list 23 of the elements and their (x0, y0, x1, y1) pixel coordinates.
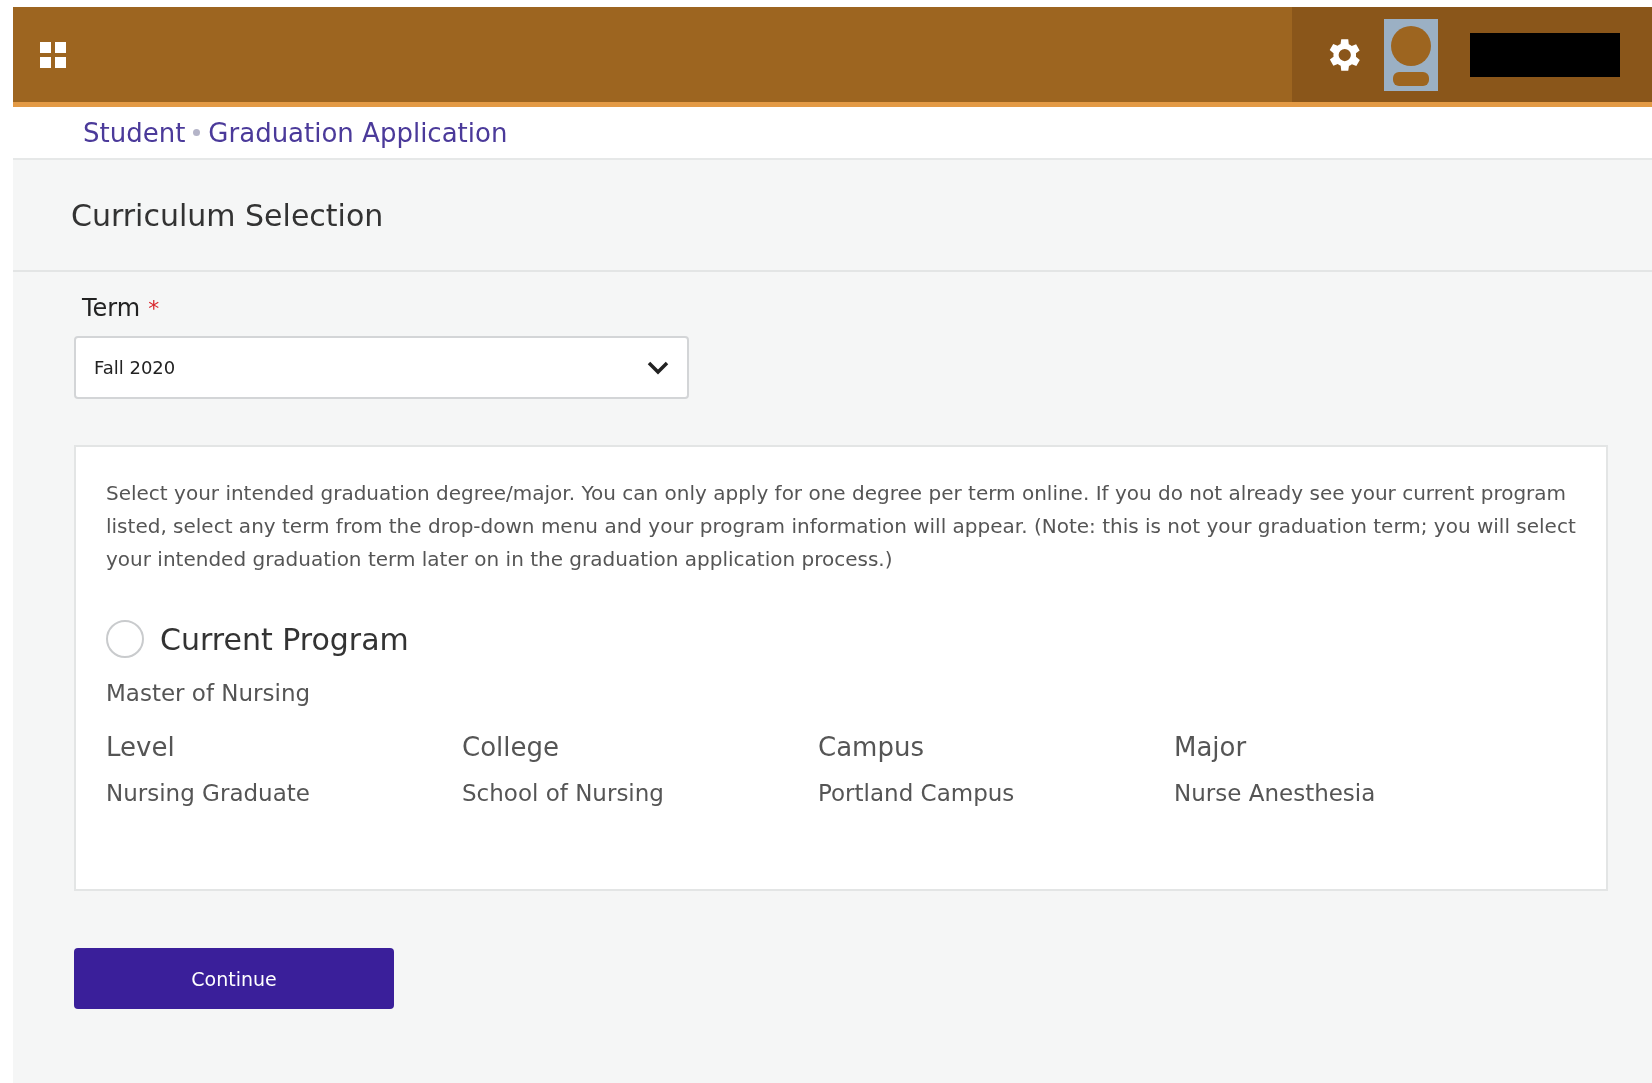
program-label: Current Program (160, 621, 409, 657)
required-mark: * (148, 296, 160, 321)
breadcrumb-link[interactable]: Student (83, 117, 186, 148)
term-dropdown[interactable]: Fall 2020 (74, 336, 689, 399)
instructions-text: Select your intended graduation degree/major. You can only apply for one degree per term online. If you do not already see your current program listed, select any term from the drop-down menu and your program information will appear. (Note: this is not your graduation term; you will select your intended graduation term later on in the graduation application process.) (106, 480, 1576, 573)
program-radio[interactable] (106, 620, 144, 658)
field-label: Major (1174, 732, 1248, 762)
person-silhouette-icon (1389, 23, 1433, 86)
section-title: Curriculum Selection (71, 197, 384, 233)
degree-text: Master of Nursing (106, 680, 312, 706)
field-value: Nursing Graduate (106, 780, 311, 806)
chevron-down-icon (647, 360, 669, 375)
field-label: Level (106, 732, 176, 762)
breadcrumb-link[interactable]: Graduation Application (208, 117, 508, 148)
breadcrumb-separator (193, 129, 201, 136)
field-label: Campus (818, 732, 925, 762)
field-value: Portland Campus (818, 780, 1016, 806)
grid-icon (39, 40, 67, 69)
term-label: Term (82, 294, 141, 322)
field-value: Nurse Anesthesia (1174, 780, 1377, 806)
continue-button[interactable]: Continue (74, 948, 394, 1009)
field-value: School of Nursing (462, 780, 665, 806)
field-label: College (462, 732, 560, 762)
